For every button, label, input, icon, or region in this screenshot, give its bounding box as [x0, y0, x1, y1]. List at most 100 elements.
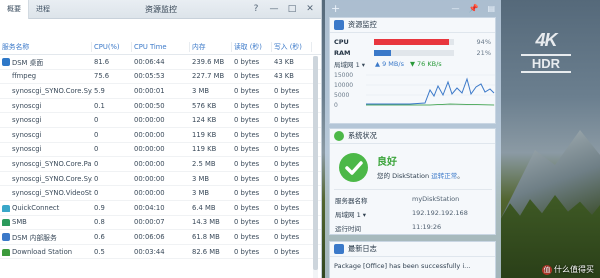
memory-value: 3 MB: [192, 174, 210, 183]
log-entry[interactable]: Package [Office] has been successfully i…: [334, 262, 492, 270]
table-row[interactable]: QuickConnect 0.9 00:04:10 6.4 MB 0 bytes 0 by…: [0, 201, 321, 216]
watermark: 值什么值得买: [542, 264, 594, 275]
tab-processes-label: 进程: [36, 5, 50, 13]
network-chart-plot: [366, 74, 495, 106]
badge-hdr-text: HDR: [521, 54, 571, 73]
read-value: 0 bytes: [234, 116, 260, 125]
minimize-button[interactable]: —: [269, 3, 279, 15]
table-row[interactable]: ffmpeg 75.6 00:05:53 227.7 MB 0 bytes 43 KB: [0, 70, 321, 85]
process-name: synoscgi_SYNO.VideoSt...: [12, 189, 92, 198]
write-value: 0 bytes: [274, 218, 300, 227]
table-row[interactable]: synoscgi_SYNO.Core.Pa... 0 00:00:00 2.5 MB 0…: [0, 157, 321, 172]
memory-value: 227.7 MB: [192, 72, 225, 81]
column-write[interactable]: 写入 (秒): [272, 41, 312, 52]
column-read[interactable]: 读取 (秒): [232, 41, 272, 52]
process-name: SMB: [0, 218, 92, 227]
process-name: synoscgi_SYNO.Core.Sy...: [12, 86, 92, 95]
table-row[interactable]: synoscgi 0 00:00:00 119 KB 0 bytes 0 bytes: [0, 128, 321, 143]
cpu-row: CPU 94%: [330, 36, 495, 47]
widget-panel: + — 📌 ▤ 资源监控 CPU 94% RAM 21% 局域网 1 ▾ ▲ 9…: [325, 0, 501, 278]
cpu-time-value: 00:03:44: [134, 247, 165, 256]
write-value: 0 bytes: [274, 101, 300, 110]
server-name-value: myDiskStation: [412, 195, 460, 203]
resource-monitor-widget[interactable]: 资源监控 CPU 94% RAM 21% 局域网 1 ▾ ▲ 9 MB/s ▼ …: [329, 17, 496, 124]
table-row[interactable]: synoscgi_SYNO.VideoSt... 0 00:00:00 3 MB 0 b…: [0, 186, 321, 201]
minimize-panel-icon[interactable]: —: [451, 4, 459, 13]
close-button[interactable]: ✕: [305, 3, 315, 15]
network-row: 局域网 1 ▾ ▲ 9 MB/s ▼ 76 KB/s: [330, 58, 495, 70]
cpu-time-value: 00:00:00: [134, 116, 165, 125]
column-memory[interactable]: 内存: [190, 41, 232, 52]
table-row[interactable]: synoscgi_SYNO.Core.Sy... 5.9 00:00:01 3 MB 0…: [0, 84, 321, 99]
latest-log-widget[interactable]: 最新日志 Package [Office] has been successfu…: [329, 241, 496, 278]
table-row[interactable]: DSM 桌面 81.6 00:06:44 239.6 MB 0 bytes 43 KB: [0, 55, 321, 70]
cpu-value: 0: [94, 189, 99, 198]
resource-monitor-window: 概要 进程 资源监控 ? — □ ✕ 服务名称 CPU(%) CPU Time …: [0, 0, 322, 278]
system-health-widget[interactable]: 系统状况 良好 您的 DiskStation 运转正常。 服务器名称 myDis…: [329, 128, 496, 235]
cpu-time-value: 00:00:07: [134, 218, 165, 227]
ram-value: 21%: [476, 48, 491, 57]
memory-value: 61.8 MB: [192, 232, 220, 241]
cpu-time-value: 00:00:00: [134, 159, 165, 168]
column-cpu[interactable]: CPU(%): [92, 41, 132, 52]
scrollbar-thumb[interactable]: [313, 56, 318, 270]
log-widget-header: 最新日志: [330, 242, 495, 257]
watermark-text: 什么值得买: [554, 265, 594, 274]
pin-icon[interactable]: 📌: [468, 4, 478, 13]
maximize-button[interactable]: □: [287, 3, 297, 15]
download-speed: ▼ 76 KB/s: [409, 60, 442, 68]
write-value: 0 bytes: [274, 247, 300, 256]
process-name: DSM 桌面: [0, 57, 92, 67]
cpu-value: 75.6: [94, 72, 110, 81]
health-widget-title: 系统状况: [348, 131, 377, 140]
table-row[interactable]: Download Station 0.5 00:03:44 82.6 MB 0 byte…: [0, 245, 321, 260]
cpu-time-value: 00:04:10: [134, 203, 165, 212]
smb-icon: [2, 219, 10, 227]
table-row[interactable]: SMB 0.8 00:00:07 14.3 MB 0 bytes 0 bytes: [0, 216, 321, 231]
memory-value: 3 MB: [192, 189, 210, 198]
log-widget-title: 最新日志: [348, 244, 377, 253]
process-name: DSM 内部服务: [0, 232, 92, 242]
scrollbar[interactable]: [313, 56, 318, 278]
read-value: 0 bytes: [234, 86, 260, 95]
process-name: synoscgi: [12, 101, 42, 110]
panel-menu-icon[interactable]: ▤: [487, 4, 495, 13]
checkmark-icon: [339, 153, 368, 182]
cpu-value: 0.1: [94, 101, 105, 110]
uptime-value: 11:19:26: [412, 223, 442, 231]
table-row[interactable]: synoscgi 0.1 00:00:50 576 KB 0 bytes 0 bytes: [0, 99, 321, 114]
cpu-value: 0: [94, 130, 99, 139]
table-row[interactable]: DSM 内部服务 0.6 00:06:06 61.8 MB 0 bytes 0 bytes: [0, 230, 321, 245]
help-button[interactable]: ?: [251, 3, 261, 15]
window-titlebar: 概要 进程 资源监控 ? — □ ✕: [0, 0, 321, 19]
column-service-name[interactable]: 服务名称: [0, 41, 92, 52]
write-value: 0 bytes: [274, 189, 300, 198]
table-header: 服务名称 CPU(%) CPU Time 内存 读取 (秒) 写入 (秒): [0, 39, 321, 55]
health-message: 您的 DiskStation 运转正常。: [377, 172, 464, 180]
cpu-label: CPU: [334, 37, 349, 46]
write-value: 43 KB: [274, 57, 294, 66]
ram-bar: [374, 49, 454, 56]
cpu-time-value: 00:06:44: [134, 57, 165, 66]
table-row[interactable]: synoscgi_SYNO.Core.Sy... 0 00:00:00 3 MB 0 b…: [0, 172, 321, 187]
read-value: 0 bytes: [234, 101, 260, 110]
tab-overview[interactable]: 概要: [0, 0, 29, 19]
add-widget-icon[interactable]: +: [331, 2, 340, 15]
resource-widget-header: 资源监控: [330, 18, 495, 33]
table-row[interactable]: synoscgi 0 00:00:00 124 KB 0 bytes 0 bytes: [0, 113, 321, 128]
resource-monitor-icon: [334, 20, 344, 30]
health-message-link[interactable]: 运转正常: [431, 172, 457, 180]
memory-value: 239.6 MB: [192, 57, 225, 66]
read-value: 0 bytes: [234, 72, 260, 81]
column-cpu-time[interactable]: CPU Time: [132, 41, 190, 52]
lan-dropdown[interactable]: 局域网 1 ▾: [335, 209, 366, 219]
table-row[interactable]: synoscgi 0 00:00:00 119 KB 0 bytes 0 bytes: [0, 143, 321, 158]
write-value: 0 bytes: [274, 232, 300, 241]
cpu-value: 0.9: [94, 203, 105, 212]
process-name: synoscgi: [12, 145, 42, 154]
lan-select[interactable]: 局域网 1 ▾: [334, 59, 365, 69]
process-name: synoscgi: [12, 130, 42, 139]
read-value: 0 bytes: [234, 218, 260, 227]
tab-processes[interactable]: 进程: [29, 0, 57, 19]
write-value: 0 bytes: [274, 116, 300, 125]
